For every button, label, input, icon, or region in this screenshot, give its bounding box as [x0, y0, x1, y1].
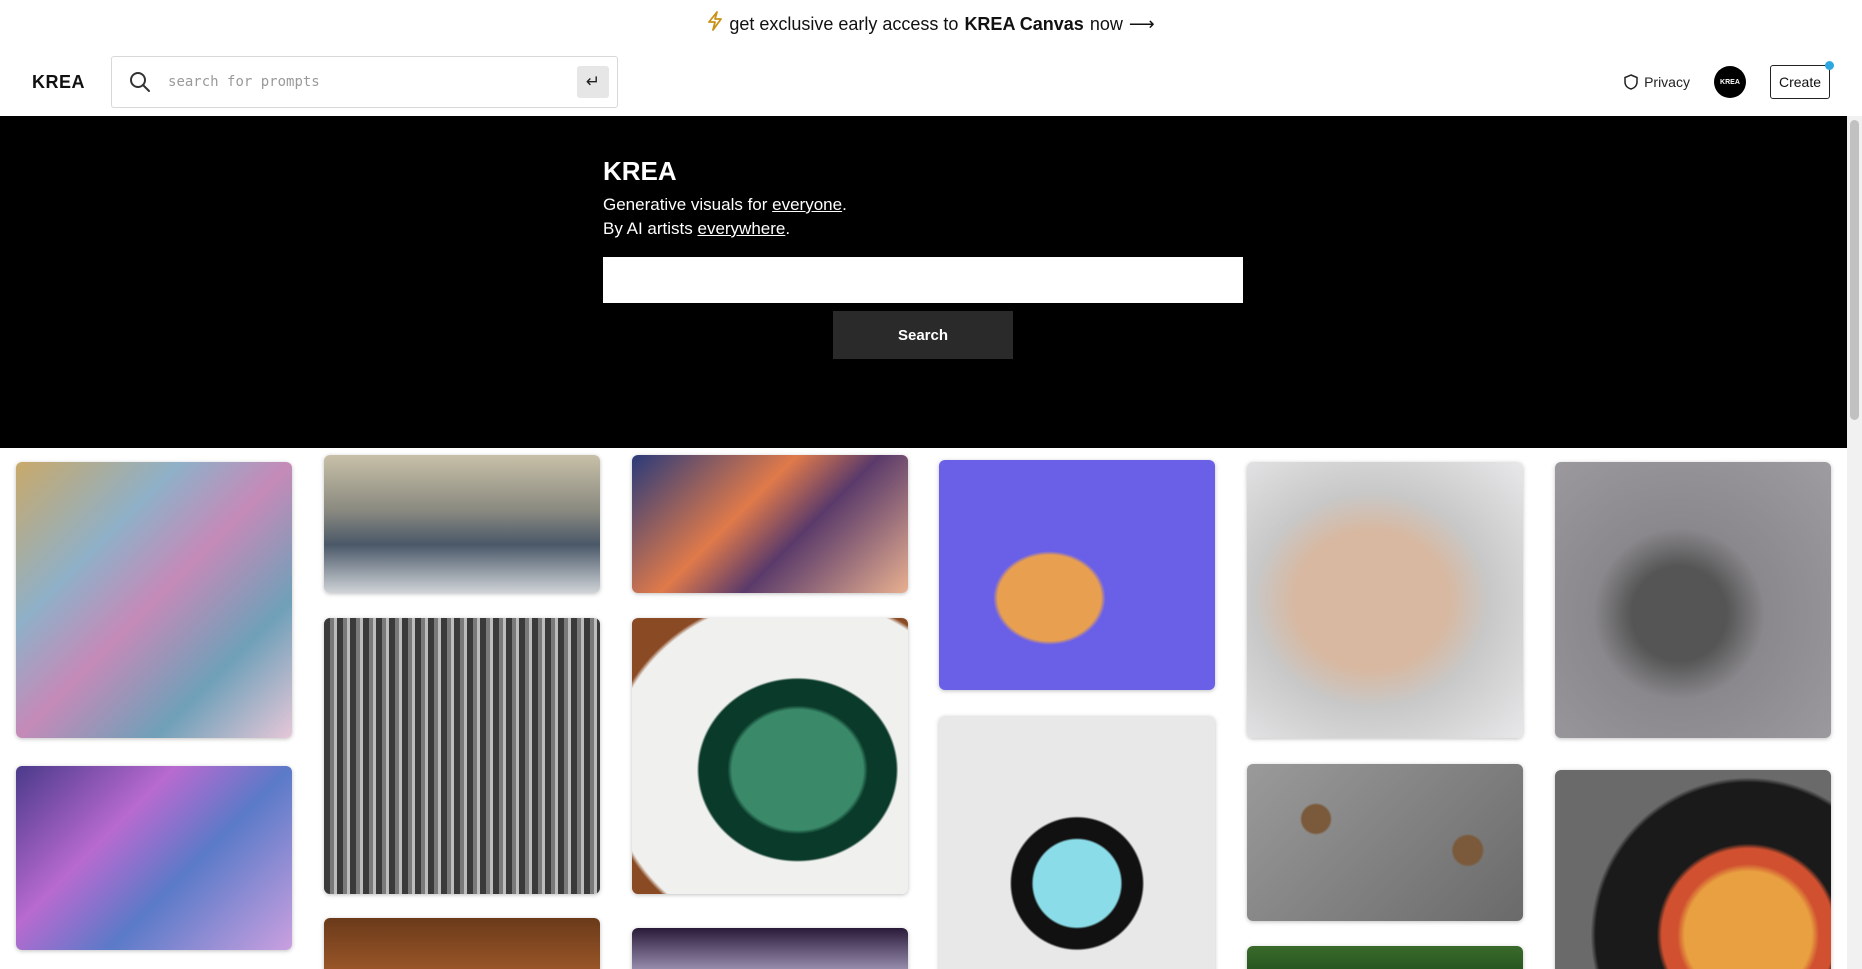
- banner-highlight: KREA Canvas: [964, 13, 1084, 34]
- privacy-label: Privacy: [1644, 74, 1690, 90]
- tagline-2-text: By AI artists: [603, 219, 698, 238]
- lightning-icon: [707, 11, 723, 37]
- hero-tagline-2: By AI artists everywhere.: [603, 217, 1243, 241]
- everywhere-link[interactable]: everywhere: [697, 219, 785, 238]
- bookshelf-image[interactable]: [324, 918, 600, 969]
- krea-logo[interactable]: KREA: [32, 72, 85, 93]
- everyone-link[interactable]: everyone: [772, 195, 842, 214]
- hero-search-button[interactable]: Search: [833, 311, 1013, 359]
- hero-title: KREA: [603, 156, 677, 186]
- gothic-ornament-pattern-image[interactable]: [324, 618, 600, 894]
- banner-text-suffix: now: [1089, 13, 1123, 34]
- promo-banner[interactable]: get exclusive early access to KREA Canva…: [0, 0, 1862, 48]
- cartoon-dogs-image[interactable]: [939, 460, 1215, 690]
- prompt-search-input[interactable]: [168, 64, 578, 100]
- spaghetti-plate-image[interactable]: [1555, 770, 1831, 969]
- teddy-bears-concrete-image[interactable]: [1247, 764, 1523, 921]
- banner-text-prefix: get exclusive early access to: [729, 13, 959, 34]
- create-button[interactable]: Create: [1769, 61, 1834, 99]
- dragon-sunset-image[interactable]: [632, 455, 908, 593]
- hero-section: KREA Generative visuals for everyone. By…: [0, 116, 1862, 448]
- winter-river-landscape-image[interactable]: [324, 455, 600, 593]
- framed-leaves-image[interactable]: [632, 618, 908, 894]
- create-label: Create: [1778, 74, 1821, 90]
- scrollbar-thumb[interactable]: [1850, 120, 1859, 420]
- tagline-1-period: .: [842, 195, 847, 214]
- image-gallery: [0, 448, 1862, 969]
- forest-image[interactable]: [1247, 946, 1523, 969]
- prompt-search-bar: ↵: [111, 56, 619, 108]
- shield-icon: [1624, 74, 1638, 90]
- fantasy-princess-collage-image[interactable]: [16, 766, 292, 950]
- hero-search-input[interactable]: [603, 257, 1243, 303]
- cartoon-bearded-face-image[interactable]: [939, 716, 1215, 969]
- enter-key-icon[interactable]: ↵: [577, 66, 610, 98]
- cosmic-light-image[interactable]: [632, 928, 908, 969]
- top-navigation: KREA ↵ Privacy KREA Create: [0, 48, 1862, 116]
- hero-tagline-1: Generative visuals for everyone.: [603, 193, 1243, 217]
- privacy-link[interactable]: Privacy: [1624, 74, 1690, 90]
- octopus-sculpture-image[interactable]: [1555, 462, 1831, 738]
- tagline-1-text: Generative visuals for: [603, 195, 773, 214]
- arrow-right-icon: ⟶: [1128, 13, 1155, 34]
- page-scrollbar[interactable]: [1847, 116, 1862, 969]
- tagline-2-period: .: [785, 219, 791, 238]
- fairy-collage-image[interactable]: [16, 462, 292, 738]
- notification-dot: [1825, 61, 1834, 70]
- user-avatar[interactable]: KREA: [1713, 66, 1746, 98]
- woman-portrait-image[interactable]: [1247, 462, 1523, 738]
- search-icon: [130, 72, 151, 92]
